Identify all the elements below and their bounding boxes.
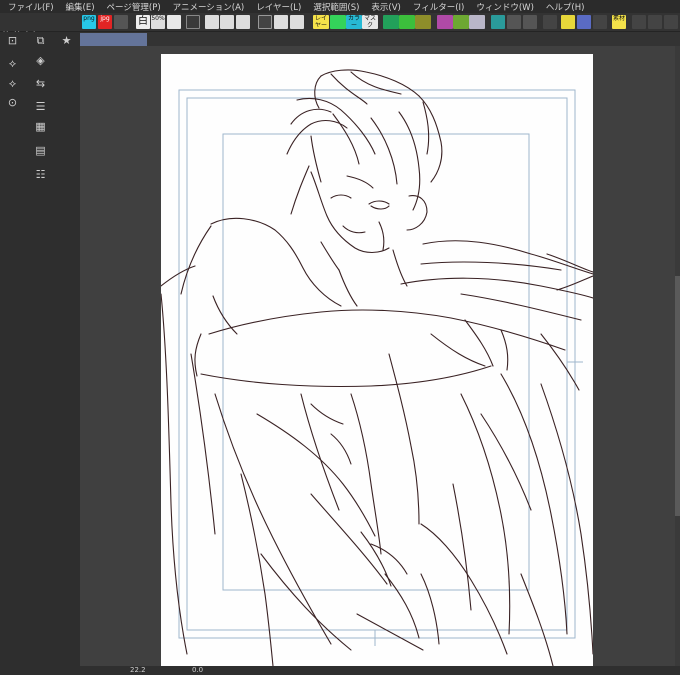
panel-settings-icon[interactable] (664, 15, 678, 29)
menu-edit[interactable]: 編集(E) (66, 1, 95, 13)
sketch-drawing (161, 69, 593, 666)
angle-readout[interactable]: 0.0 (192, 666, 203, 674)
panel-settings-icon[interactable] (648, 15, 662, 29)
menu-window[interactable]: ウィンドウ(W) (476, 1, 534, 13)
swatch-button[interactable] (399, 15, 415, 29)
menu-view[interactable]: 表示(V) (371, 1, 400, 13)
status-bar: 22.2 0.0 (80, 666, 680, 675)
canvas-area[interactable] (80, 46, 680, 666)
menu-help[interactable]: ヘルプ(H) (546, 1, 585, 13)
layer-color-button[interactable] (330, 15, 346, 29)
zoom-readout[interactable]: 22.2 (130, 666, 146, 674)
menu-bar: ファイル(F) 編集(E) ページ管理(P) アニメーション(A) レイヤー(L… (0, 0, 680, 13)
favorite-icon[interactable]: ★ (60, 34, 73, 47)
color-mode-button[interactable]: カラー (346, 15, 362, 29)
export-png-button[interactable]: png (82, 15, 96, 29)
grid-icon[interactable] (186, 15, 200, 29)
safe-area-guide (222, 133, 530, 591)
eraser-icon[interactable] (593, 15, 607, 29)
history-icon[interactable]: ⇆ (34, 77, 47, 90)
left-dock: ⊡ ⧉ ★ ⟡ ◈ ⟡ ⇆ ⊙ ☰ ▦ ▤ ☷ (0, 32, 80, 675)
export-jpg-button[interactable]: jpg (98, 15, 112, 29)
swatch-button[interactable] (469, 15, 485, 29)
save-icon[interactable] (114, 15, 128, 29)
layer-property-icon[interactable]: ⧉ (34, 34, 47, 47)
transform-icon[interactable] (523, 15, 537, 29)
bleed-guide-inner (186, 97, 568, 631)
timeline-icon[interactable]: ▦ (34, 120, 47, 133)
preset-button[interactable] (167, 15, 181, 29)
vertical-scrollbar[interactable] (675, 46, 680, 666)
canvas-tab-strip (80, 32, 680, 46)
ruler-icon[interactable] (205, 15, 219, 29)
layer-action-button[interactable] (290, 15, 304, 29)
gray-percent-button[interactable]: 50% (151, 15, 165, 29)
menu-file[interactable]: ファイル(F) (8, 1, 54, 13)
search-icon[interactable]: ⊙ (6, 96, 19, 109)
swatch-button[interactable] (437, 15, 453, 29)
vector-edit-icon[interactable]: ⟡ (6, 57, 19, 70)
canvas-tab-active[interactable] (80, 33, 147, 46)
swatch-button[interactable] (491, 15, 505, 29)
layer-color-mode-button[interactable]: マスク (362, 15, 378, 29)
character-lineart (161, 69, 593, 666)
select-node-icon[interactable]: ⟡ (6, 77, 19, 90)
drawing-paper[interactable] (161, 54, 593, 666)
scrollbar-thumb[interactable] (675, 276, 680, 516)
command-bar: ‹‹ ‹‹ ‹ › png jpg 白 50% レイヤー カラー マスク 素材 (0, 13, 680, 37)
menu-page[interactable]: ページ管理(P) (107, 1, 161, 13)
menu-animation[interactable]: アニメーション(A) (173, 1, 245, 13)
swatch-button[interactable] (383, 15, 399, 29)
film-icon[interactable]: ▤ (34, 144, 47, 157)
material-button[interactable]: 素材 (612, 15, 626, 29)
swatch-button[interactable] (415, 15, 431, 29)
menu-selection[interactable]: 選択範囲(S) (313, 1, 359, 13)
swatch-button[interactable] (453, 15, 469, 29)
menu-filter[interactable]: フィルター(I) (413, 1, 464, 13)
menu-layer[interactable]: レイヤー(L) (256, 1, 301, 13)
pen-icon[interactable] (543, 15, 557, 29)
navigator-icon[interactable]: ⊡ (6, 34, 19, 47)
ruler-curve-icon[interactable] (220, 15, 234, 29)
panel-settings-icon[interactable] (632, 15, 646, 29)
eyedropper-icon[interactable] (507, 15, 521, 29)
layer-action-button[interactable] (274, 15, 288, 29)
grid-toggle-icon[interactable] (258, 15, 272, 29)
marker-icon[interactable] (577, 15, 591, 29)
white-button[interactable]: 白 (136, 15, 150, 29)
material-icon[interactable]: ☰ (34, 100, 47, 113)
layer-color-button[interactable]: レイヤー (313, 15, 329, 29)
layers-icon[interactable]: ◈ (34, 54, 47, 67)
list-icon[interactable]: ☷ (34, 168, 47, 181)
pencil-icon[interactable] (561, 15, 575, 29)
ruler-option-icon[interactable] (236, 15, 250, 29)
